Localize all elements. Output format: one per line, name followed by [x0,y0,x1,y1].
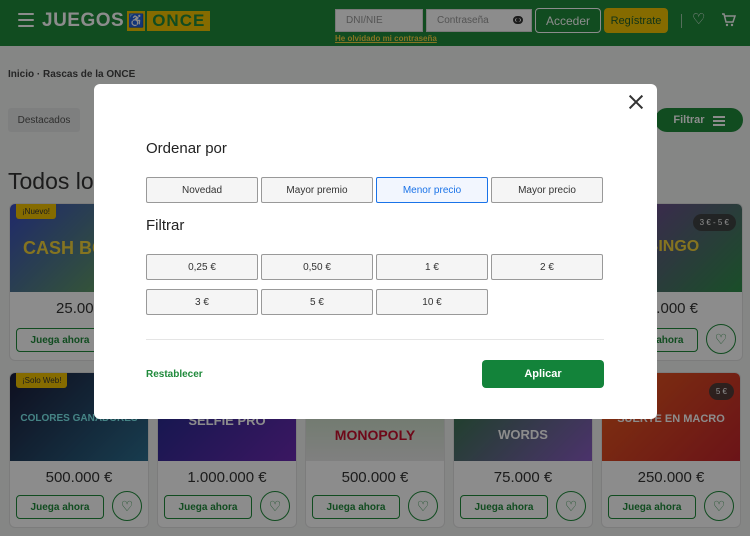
divider [146,339,604,340]
price-option-2[interactable]: 2 € [491,254,603,280]
price-option-5[interactable]: 5 € [261,289,373,315]
sort-option-novedad[interactable]: Novedad [146,177,258,203]
price-option-10[interactable]: 10 € [376,289,488,315]
sort-option-mayor-premio[interactable]: Mayor premio [261,177,373,203]
sort-filter-dialog: Ordenar por Novedad Mayor premio Menor p… [94,84,657,419]
price-option-3[interactable]: 3 € [146,289,258,315]
price-option-0-50[interactable]: 0,50 € [261,254,373,280]
reset-button[interactable]: Restablecer [146,369,203,380]
close-icon[interactable] [628,94,644,110]
sort-title: Ordenar por [146,140,227,157]
price-option-0-25[interactable]: 0,25 € [146,254,258,280]
sort-option-mayor-precio[interactable]: Mayor precio [491,177,603,203]
price-option-1[interactable]: 1 € [376,254,488,280]
filter-title: Filtrar [146,217,185,234]
apply-button[interactable]: Aplicar [482,360,604,388]
sort-option-menor-precio[interactable]: Menor precio [376,177,488,203]
